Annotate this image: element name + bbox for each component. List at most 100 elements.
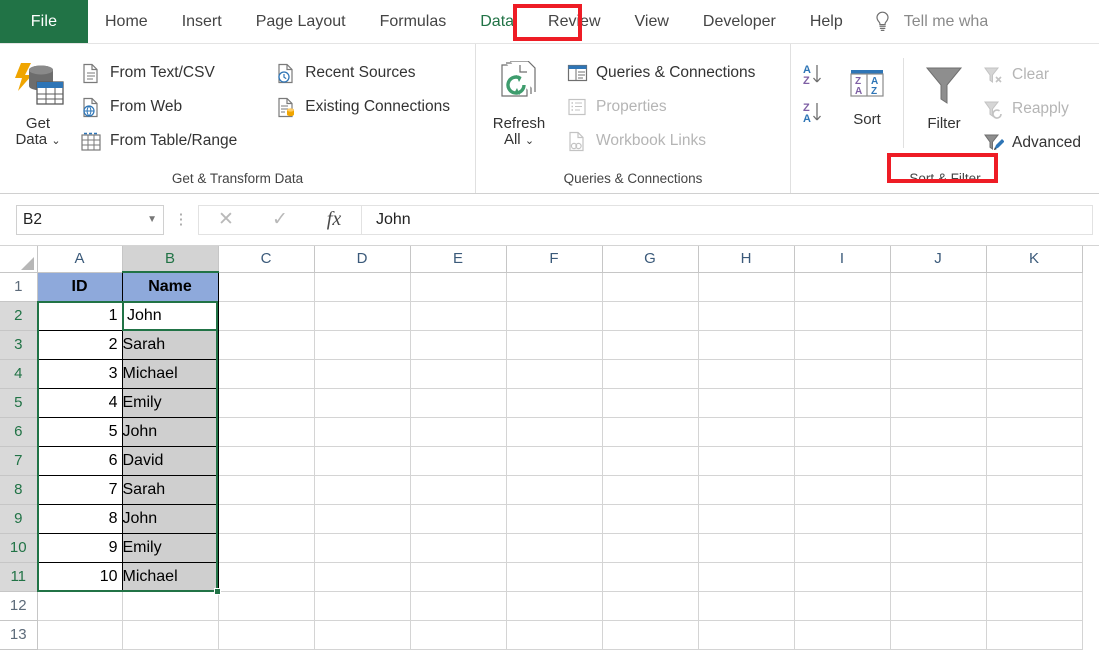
cell-d11[interactable] (314, 562, 411, 592)
cell-h2[interactable] (698, 301, 795, 331)
column-header-f[interactable]: F (506, 246, 603, 273)
cell-i11[interactable] (794, 562, 891, 592)
cell-e2[interactable] (410, 301, 507, 331)
cell-g4[interactable] (602, 359, 699, 389)
row-header-1[interactable]: 1 (0, 272, 38, 302)
fill-handle[interactable] (214, 588, 221, 595)
cell-h3[interactable] (698, 330, 795, 360)
cell-d1[interactable] (314, 272, 411, 302)
cell-a3[interactable]: 2 (37, 330, 123, 360)
cell-c13[interactable] (218, 620, 315, 650)
cell-i2[interactable] (794, 301, 891, 331)
cell-g6[interactable] (602, 417, 699, 447)
cell-i1[interactable] (794, 272, 891, 302)
cell-d2[interactable] (314, 301, 411, 331)
cell-a1[interactable]: ID (37, 272, 123, 302)
cell-h10[interactable] (698, 533, 795, 563)
confirm-entry-icon[interactable]: ✓ (253, 208, 307, 231)
cell-j4[interactable] (890, 359, 987, 389)
cell-f11[interactable] (506, 562, 603, 592)
cell-h5[interactable] (698, 388, 795, 418)
column-header-d[interactable]: D (314, 246, 411, 273)
cell-d8[interactable] (314, 475, 411, 505)
cell-d5[interactable] (314, 388, 411, 418)
column-header-a[interactable]: A (37, 246, 123, 273)
cell-j7[interactable] (890, 446, 987, 476)
row-header-3[interactable]: 3 (0, 330, 38, 360)
cell-f2[interactable] (506, 301, 603, 331)
tab-help[interactable]: Help (793, 0, 860, 43)
cell-b12[interactable] (122, 591, 219, 621)
cell-c9[interactable] (218, 504, 315, 534)
filter-button[interactable]: Filter (910, 54, 978, 132)
cell-a12[interactable] (37, 591, 123, 621)
tab-formulas[interactable]: Formulas (363, 0, 464, 43)
cell-i5[interactable] (794, 388, 891, 418)
cell-h13[interactable] (698, 620, 795, 650)
cell-c6[interactable] (218, 417, 315, 447)
cell-j1[interactable] (890, 272, 987, 302)
cell-a8[interactable]: 7 (37, 475, 123, 505)
row-header-2[interactable]: 2 (0, 301, 38, 331)
sort-descending-button[interactable]: Z A (799, 96, 829, 128)
cell-d9[interactable] (314, 504, 411, 534)
cell-k7[interactable] (986, 446, 1083, 476)
cell-e5[interactable] (410, 388, 507, 418)
cell-i4[interactable] (794, 359, 891, 389)
cell-b10[interactable]: Emily (122, 533, 219, 563)
cell-f6[interactable] (506, 417, 603, 447)
cell-g3[interactable] (602, 330, 699, 360)
cell-k4[interactable] (986, 359, 1083, 389)
column-header-c[interactable]: C (218, 246, 315, 273)
cell-k2[interactable] (986, 301, 1083, 331)
cell-b8[interactable]: Sarah (122, 475, 219, 505)
from-text-csv-button[interactable]: From Text/CSV (76, 56, 243, 90)
cell-b5[interactable]: Emily (122, 388, 219, 418)
tab-view[interactable]: View (618, 0, 686, 43)
refresh-all-chevron-down-icon[interactable]: ⌄ (525, 135, 534, 147)
cell-b3[interactable]: Sarah (122, 330, 219, 360)
cell-c11[interactable] (218, 562, 315, 592)
tab-page-layout[interactable]: Page Layout (239, 0, 363, 43)
cell-i3[interactable] (794, 330, 891, 360)
cell-e13[interactable] (410, 620, 507, 650)
row-header-8[interactable]: 8 (0, 475, 38, 505)
cell-g7[interactable] (602, 446, 699, 476)
cell-h12[interactable] (698, 591, 795, 621)
cell-f1[interactable] (506, 272, 603, 302)
cell-d3[interactable] (314, 330, 411, 360)
cell-a5[interactable]: 4 (37, 388, 123, 418)
recent-sources-button[interactable]: Recent Sources (271, 56, 456, 90)
cell-b9[interactable]: John (122, 504, 219, 534)
cell-g1[interactable] (602, 272, 699, 302)
tab-file[interactable]: File (0, 0, 88, 43)
cell-a6[interactable]: 5 (37, 417, 123, 447)
cell-c12[interactable] (218, 591, 315, 621)
cell-c7[interactable] (218, 446, 315, 476)
cell-f4[interactable] (506, 359, 603, 389)
cell-c1[interactable] (218, 272, 315, 302)
cell-j5[interactable] (890, 388, 987, 418)
cell-c4[interactable] (218, 359, 315, 389)
formula-input[interactable]: John (361, 204, 1093, 235)
cell-k13[interactable] (986, 620, 1083, 650)
cell-b13[interactable] (122, 620, 219, 650)
cell-b7[interactable]: David (122, 446, 219, 476)
name-box[interactable]: B2 ▼ (16, 204, 164, 235)
cell-k8[interactable] (986, 475, 1083, 505)
cell-e6[interactable] (410, 417, 507, 447)
cell-f5[interactable] (506, 388, 603, 418)
cell-d10[interactable] (314, 533, 411, 563)
cell-k5[interactable] (986, 388, 1083, 418)
cell-i13[interactable] (794, 620, 891, 650)
cell-e9[interactable] (410, 504, 507, 534)
cell-c10[interactable] (218, 533, 315, 563)
cell-j10[interactable] (890, 533, 987, 563)
cell-j2[interactable] (890, 301, 987, 331)
cell-k10[interactable] (986, 533, 1083, 563)
cell-h9[interactable] (698, 504, 795, 534)
cell-d6[interactable] (314, 417, 411, 447)
cell-i6[interactable] (794, 417, 891, 447)
cell-k3[interactable] (986, 330, 1083, 360)
row-header-5[interactable]: 5 (0, 388, 38, 418)
